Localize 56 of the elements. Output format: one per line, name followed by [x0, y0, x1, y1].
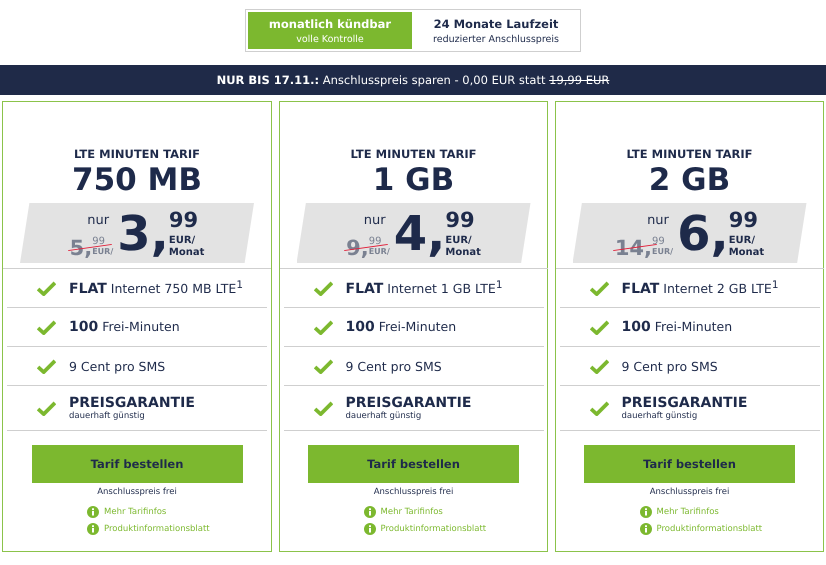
check-icon — [590, 358, 608, 374]
info-icon — [640, 522, 652, 534]
order-button[interactable]: Tarif bestellen — [32, 445, 242, 483]
check-icon — [314, 400, 332, 416]
feature-text: 9 Cent pro SMS — [622, 358, 718, 374]
check-icon — [37, 280, 56, 296]
info-icon — [640, 506, 652, 518]
feature-text: 100 Frei-Minuten — [69, 319, 180, 335]
feature-title: PREISGARANTIE — [69, 395, 195, 411]
connection-note: Anschlusspreis frei — [650, 487, 730, 497]
info-link[interactable]: Produktinformationsblatt — [656, 524, 762, 534]
check-icon — [37, 400, 56, 416]
check-icon — [590, 320, 608, 334]
plan-kicker: LTE MINUTEN TARIF — [350, 147, 476, 161]
check-icon — [37, 358, 56, 374]
connection-note: Anschlusspreis frei — [97, 487, 177, 497]
info-link[interactable]: Mehr Tarifinfos — [656, 506, 719, 516]
connection-note: Anschlusspreis frei — [374, 487, 454, 497]
check-icon — [37, 320, 56, 334]
feature-subtitle: dauerhaft günstig — [69, 411, 146, 421]
feature-text: 100 Frei-Minuten — [346, 319, 456, 335]
feature-text: 9 Cent pro SMS — [346, 358, 442, 374]
nur-label: nur — [364, 213, 386, 228]
feature-subtitle: dauerhaft günstig — [622, 411, 698, 421]
info-link[interactable]: Produktinformationsblatt — [104, 524, 210, 534]
check-icon — [314, 280, 332, 296]
feature-title: PREISGARANTIE — [622, 395, 748, 411]
info-icon — [364, 522, 376, 534]
feature-subtitle: dauerhaft günstig — [346, 411, 422, 421]
nur-label: nur — [647, 213, 669, 228]
check-icon — [590, 400, 608, 416]
check-icon — [314, 358, 332, 374]
info-icon — [364, 506, 376, 518]
info-icon — [87, 522, 99, 534]
plan-volume: 2 GB — [648, 163, 730, 197]
promo-text: NUR BIS 17.11.: Anschlusspreis sparen - 0,00 EUR statt 19,99 EUR — [216, 73, 610, 87]
plan-volume: 1 GB — [372, 163, 454, 197]
check-icon — [590, 280, 608, 296]
nur-label: nur — [87, 213, 110, 228]
plan-kicker: LTE MINUTEN TARIF — [74, 147, 200, 161]
feature-text: FLAT Internet 1 GB LTE$^{1}$ — [346, 278, 502, 298]
info-link[interactable]: Mehr Tarifinfos — [380, 506, 443, 516]
feature-text: FLAT Internet 750 MB LTE$^{1}$ — [69, 278, 243, 298]
info-link[interactable]: Produktinformationsblatt — [380, 524, 486, 534]
check-icon — [314, 320, 332, 334]
plan-kicker: LTE MINUTEN TARIF — [626, 147, 752, 161]
feature-text: 100 Frei-Minuten — [622, 319, 732, 335]
order-button[interactable]: Tarif bestellen — [308, 445, 519, 483]
feature-text: FLAT Internet 2 GB LTE$^{1}$ — [622, 278, 778, 298]
feature-title: PREISGARANTIE — [346, 395, 472, 411]
feature-text: 9 Cent pro SMS — [69, 358, 166, 374]
order-button[interactable]: Tarif bestellen — [584, 445, 795, 483]
info-icon — [87, 506, 99, 518]
info-link[interactable]: Mehr Tarifinfos — [104, 506, 166, 516]
tab[interactable]: monatlich kündbar volle Kontrolle — [248, 12, 412, 49]
plan-volume: 750 MB — [72, 163, 202, 197]
